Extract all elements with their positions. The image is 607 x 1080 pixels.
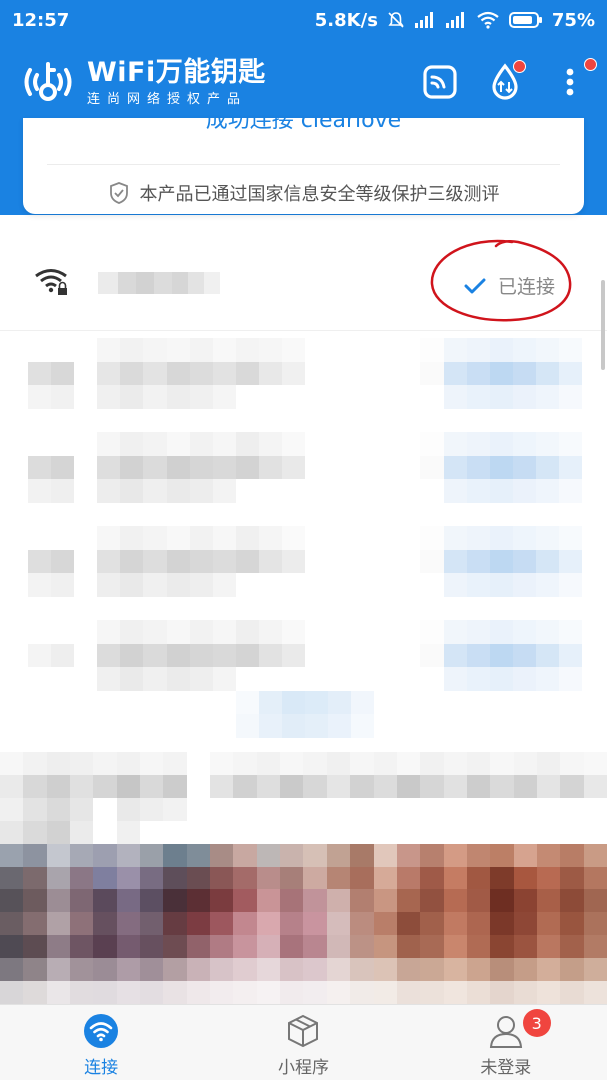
network-name-redacted [98,272,220,294]
sim1-signal-icon [414,12,433,28]
tab-profile-label: 未登录 [480,1058,532,1078]
app-tagline: 连尚网络授权产品 [87,92,248,107]
wifi-icon [84,1014,119,1048]
red-circle-annotation [430,239,572,322]
tab-profile[interactable]: 未登录 3 [405,1005,607,1080]
connection-success-text: 成功连接 clearlove [205,118,402,133]
row-divider [0,330,607,331]
redacted-banner-image [0,752,607,1004]
more-vert-icon [566,68,574,96]
status-time: 12:57 [12,9,70,31]
bottom-nav: 连接 小程序 未登录 3 [0,1004,607,1080]
battery-icon [508,12,542,28]
tab-mini-programs-label: 小程序 [277,1058,329,1078]
notification-dot [513,60,526,73]
security-cert-text: 本产品已通过国家信息安全等级保护三级测评 [139,184,500,205]
app-name: WiFi万能钥匙 [87,57,266,88]
cube-icon [288,1014,319,1048]
scan-icon [423,65,457,99]
card-divider [47,164,560,165]
net-speed: 5.8K/s [314,9,378,31]
battery-percent: 75% [551,9,595,31]
tab-connect-label: 连接 [84,1058,119,1078]
redacted-network-list [28,338,582,738]
security-cert-line: 本产品已通过国家信息安全等级保护三级测评 [23,180,584,206]
scan-qr-button[interactable] [420,62,460,102]
more-menu-button[interactable] [550,58,597,102]
tab-connect[interactable]: 连接 [0,1005,202,1080]
wifi-status-icon [477,11,499,29]
status-bar: 12:57 5.8K/s 75% [0,0,607,40]
scrollbar[interactable] [601,280,605,370]
user-icon [489,1016,522,1048]
app-bar: WiFi万能钥匙 连尚网络授权产品 [0,48,607,118]
wifi-locked-icon [35,269,67,295]
shield-check-icon [109,182,128,204]
notification-badge: 3 [522,1009,551,1037]
sim2-signal-icon [445,12,464,28]
speed-boost-button[interactable] [485,60,526,102]
connection-card: 成功连接 clearlove 本产品已通过国家信息安全等级保护三级测评 [23,118,584,214]
brand-block: WiFi万能钥匙 连尚网络授权产品 [87,58,266,108]
notification-dot [584,58,597,71]
mute-bell-icon [388,12,404,28]
wifi-key-logo-icon [24,62,72,101]
tab-mini-programs[interactable]: 小程序 [202,1005,404,1080]
